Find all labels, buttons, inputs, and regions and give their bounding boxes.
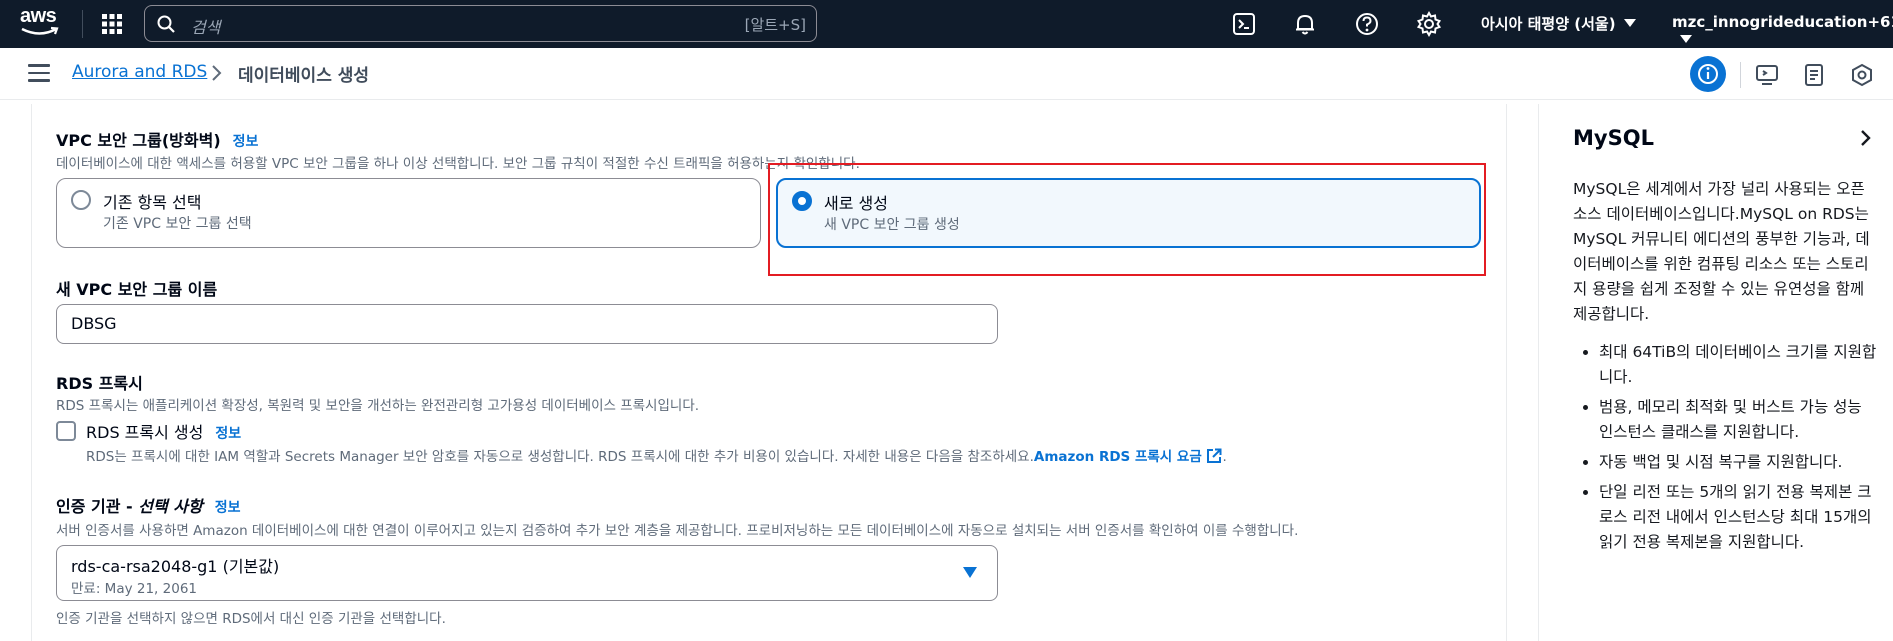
content-border	[1506, 104, 1507, 641]
bell-icon[interactable]	[1291, 10, 1319, 38]
info-icon	[1698, 64, 1718, 84]
search-icon	[157, 15, 175, 33]
search-shortcut: [알트+S]	[744, 16, 806, 34]
vpc-sg-title: VPC 보안 그룹(방화벽)	[56, 131, 221, 150]
caret-down-icon	[1623, 19, 1636, 27]
cloudshell-icon[interactable]	[1230, 10, 1258, 38]
new-sg-name-label: 새 VPC 보안 그룹 이름	[56, 280, 218, 299]
amazon-q-icon[interactable]	[1850, 63, 1874, 87]
divider	[82, 10, 83, 38]
region-selector[interactable]: 아시아 태평양 (서울)	[1481, 13, 1636, 34]
ca-footnote: 인증 기관을 선택하지 않으면 RDS에서 대신 인증 기관을 선택합니다.	[56, 611, 446, 627]
account-label: mzc_innogrideducation+61	[1672, 13, 1893, 31]
ca-description: 서버 인증서를 사용하면 Amazon 데이터베이스에 대한 연결이 이루어지고…	[56, 523, 1299, 539]
tutorial-icon[interactable]	[1755, 63, 1779, 87]
aws-logo-text: aws	[20, 5, 57, 27]
rds-proxy-checkbox[interactable]	[56, 421, 76, 441]
help-panel-border	[1538, 104, 1539, 641]
vpc-sg-description: 데이터베이스에 대한 액세스를 허용할 VPC 보안 그룹을 하나 이상 선택합…	[56, 156, 860, 172]
account-menu[interactable]: mzc_innogrideducation+61	[1672, 13, 1893, 49]
list-item: 범용, 메모리 최적화 및 버스트 가능 성능 인스턴스 클래스를 지원합니다.	[1599, 395, 1878, 445]
vpc-sg-info-link[interactable]: 정보	[233, 134, 259, 150]
search-placeholder: 검색	[191, 18, 221, 37]
chevron-right-icon[interactable]	[1858, 128, 1874, 148]
breadcrumb-aurora-rds[interactable]: Aurora and RDS	[72, 62, 207, 82]
new-sg-name-input[interactable]: DBSG	[56, 304, 998, 344]
rds-proxy-description: RDS 프록시는 애플리케이션 확장성, 복원력 및 보안을 개선하는 완전관리…	[56, 398, 700, 414]
top-navigation-bar: aws 검색 [알트+S] 아시아 태평양 (서울) mzc_innogride…	[0, 0, 1893, 48]
option-title: 기존 항목 선택	[103, 193, 202, 212]
rds-proxy-checkbox-description: RDS는 프록시에 대한 IAM 역할과 Secrets Manager 보안 …	[86, 448, 1227, 465]
caret-down-icon	[1680, 35, 1692, 43]
aws-smile-icon	[21, 26, 59, 35]
breadcrumb-bar: Aurora and RDS 데이터베이스 생성	[0, 48, 1893, 100]
vpc-sg-label: VPC 보안 그룹(방화벽) 정보	[56, 127, 258, 151]
rds-proxy-info-link[interactable]: 정보	[215, 426, 241, 442]
search-box[interactable]: 검색 [알트+S]	[144, 5, 817, 42]
help-panel-body: MySQL은 세계에서 가장 널리 사용되는 오픈 소스 데이터베이스입니다.M…	[1573, 180, 1870, 323]
option-choose-existing[interactable]: 기존 항목 선택 기존 VPC 보안 그룹 선택	[56, 178, 761, 248]
pricing-link-text: Amazon RDS 프록시 요금	[1033, 449, 1202, 465]
ca-selected-value: rds-ca-rsa2048-g1 (기본값)	[71, 557, 280, 576]
ca-select[interactable]: rds-ca-rsa2048-g1 (기본값) 만료: May 21, 2061	[56, 545, 998, 601]
rds-proxy-pricing-link[interactable]: Amazon RDS 프록시 요금	[1033, 448, 1223, 465]
help-panel-list: 최대 64TiB의 데이터베이스 크기를 지원합니다. 범용, 메모리 최적화 …	[1573, 340, 1878, 560]
ca-label: 인증 기관 - 선택 사항 정보	[56, 493, 240, 517]
caret-down-icon	[963, 567, 977, 578]
list-item: 자동 백업 및 시점 복구를 지원합니다.	[1599, 450, 1878, 475]
help-panel-title: MySQL	[1573, 126, 1654, 150]
chevron-right-icon	[212, 65, 222, 81]
gear-icon[interactable]	[1415, 10, 1443, 38]
notes-icon[interactable]	[1802, 63, 1826, 87]
help-icon[interactable]	[1353, 10, 1381, 38]
services-grid-icon[interactable]	[100, 12, 124, 36]
ca-optional: 선택 사항	[138, 497, 203, 516]
ca-expiry: 만료: May 21, 2061	[71, 581, 197, 597]
content-border	[31, 104, 32, 641]
checkbox-label-text: RDS 프록시 생성	[86, 423, 204, 442]
rds-proxy-label: RDS 프록시	[56, 374, 143, 393]
ca-info-link[interactable]: 정보	[215, 500, 241, 516]
external-link-icon	[1207, 448, 1222, 463]
radio-button[interactable]	[71, 190, 91, 210]
menu-icon[interactable]	[28, 64, 50, 84]
rds-proxy-checkbox-label: RDS 프록시 생성 정보	[86, 419, 241, 443]
checkbox-desc-text: RDS는 프록시에 대한 IAM 역할과 Secrets Manager 보안 …	[86, 449, 1034, 465]
list-item: 단일 리전 또는 5개의 읽기 전용 복제본 크로스 리전 내에서 인스턴스당 …	[1599, 480, 1878, 555]
breadcrumb-current: 데이터베이스 생성	[238, 66, 370, 86]
ca-title: 인증 기관 -	[56, 497, 139, 516]
divider	[1740, 62, 1741, 88]
highlight-box	[768, 163, 1486, 276]
list-item: 최대 64TiB의 데이터베이스 크기를 지원합니다.	[1599, 340, 1878, 390]
aws-logo[interactable]: aws	[20, 6, 62, 40]
region-label: 아시아 태평양 (서울)	[1481, 15, 1616, 33]
info-panel-button[interactable]	[1690, 56, 1726, 92]
option-subtitle: 기존 VPC 보안 그룹 선택	[103, 216, 252, 232]
